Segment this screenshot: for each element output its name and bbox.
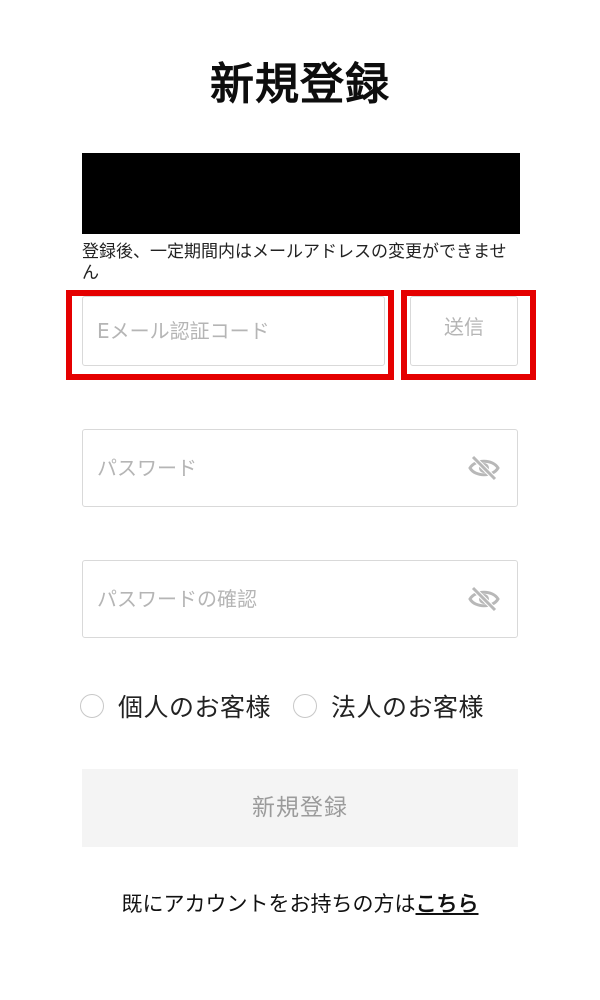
account-type-radio-group: 個人のお客様 法人のお客様 [80,688,506,724]
email-display [82,153,520,234]
login-prompt: 既にアカウントをお持ちの方はこちら [0,888,600,918]
password-field[interactable] [82,429,518,507]
radio-button[interactable] [80,694,104,718]
eye-off-icon[interactable] [467,585,501,613]
password-input[interactable] [97,430,461,506]
login-link[interactable]: こちら [416,892,479,916]
radio-button[interactable] [293,694,318,718]
radio-label: 法人のお客様 [331,693,485,722]
page-title: 新規登録 [210,59,390,110]
login-prompt-text: 既にアカウントをお持ちの方は [121,892,416,916]
register-submit-button[interactable]: 新規登録 [82,769,518,847]
radio-option-corporate[interactable]: 法人のお客様 [293,688,484,724]
password-confirm-field[interactable] [82,560,518,638]
highlight-box-code [66,290,394,380]
password-confirm-input[interactable] [97,561,461,637]
email-change-note: 登録後、一定期間内はメールアドレスの変更ができません [82,242,507,283]
eye-off-icon[interactable] [467,454,501,482]
highlight-box-send [401,290,536,380]
radio-label: 個人のお客様 [118,693,272,722]
radio-option-individual[interactable]: 個人のお客様 [80,688,271,724]
